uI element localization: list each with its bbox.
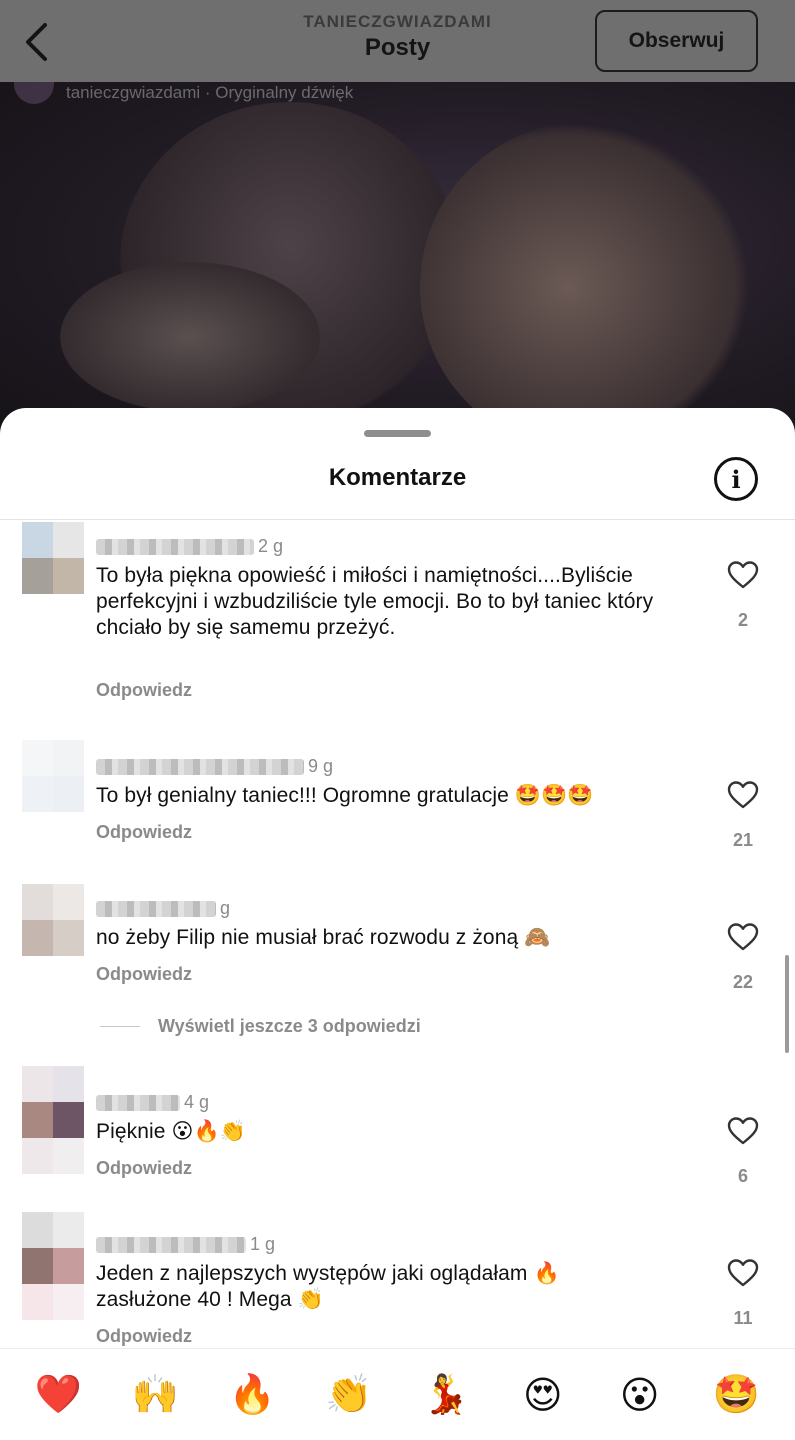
- comment-text: no żeby Filip nie musiał brać rozwodu z …: [96, 926, 551, 949]
- username-blurred[interactable]: [96, 900, 216, 917]
- view-more-replies-button[interactable]: Wyświetl jeszcze 3 odpowiedzi: [100, 1016, 421, 1037]
- username-blurred[interactable]: [96, 1094, 180, 1111]
- comment-text: To był genialny taniec!!! Ogromne gratul…: [96, 784, 594, 807]
- comment-meta: 1 g: [96, 1234, 275, 1255]
- sheet-title: Komentarze: [328, 464, 467, 491]
- like-control: 6: [722, 1116, 764, 1187]
- reply-button[interactable]: Odpowiedz: [96, 964, 192, 985]
- dancer-emoji-button[interactable]: 💃: [416, 1365, 476, 1425]
- comment-time: g: [220, 898, 231, 918]
- username-blurred[interactable]: [96, 538, 254, 555]
- dancer-silhouette-right: [420, 122, 750, 442]
- comment-time: 2 g: [258, 536, 284, 556]
- comment-time: 4 g: [184, 1092, 210, 1112]
- avatar[interactable]: [22, 1212, 84, 1320]
- like-control: 2: [722, 560, 764, 631]
- comment-meta: 4 g: [96, 1092, 209, 1113]
- reply-button[interactable]: Odpowiedz: [96, 1326, 192, 1347]
- reply-button[interactable]: Odpowiedz: [96, 680, 192, 701]
- comment-meta: 9 g: [96, 756, 333, 777]
- like-control: 22: [722, 922, 764, 993]
- avatar[interactable]: [22, 1066, 84, 1174]
- audio-label: tanieczgwiazdami · Oryginalny dźwięk: [66, 83, 354, 102]
- comments-sheet: Komentarze i 2 g To była piękna opowieść…: [0, 408, 795, 1440]
- avatar[interactable]: [22, 740, 84, 812]
- reply-button[interactable]: Odpowiedz: [96, 1158, 192, 1179]
- info-icon[interactable]: i: [714, 457, 758, 501]
- comment-text: Jeden z najlepszych występów jaki ogląda…: [96, 1262, 560, 1311]
- author-avatar: [14, 82, 54, 104]
- heart-icon[interactable]: [727, 1258, 759, 1288]
- follow-button[interactable]: Obserwuj: [595, 10, 758, 72]
- header-divider: [0, 519, 795, 520]
- reply-button[interactable]: Odpowiedz: [96, 822, 192, 843]
- heart-icon[interactable]: [727, 922, 759, 952]
- arm-silhouette: [60, 262, 320, 412]
- avatar[interactable]: [22, 884, 84, 956]
- video-player[interactable]: tanieczgwiazdami · Oryginalny dźwięk: [0, 82, 795, 442]
- surprised-face-emoji-button[interactable]: 😮: [610, 1365, 670, 1425]
- heart-icon[interactable]: [727, 1116, 759, 1146]
- username-blurred[interactable]: [96, 758, 304, 775]
- thread-line: [100, 1026, 140, 1027]
- like-control: 21: [722, 780, 764, 851]
- heart-icon[interactable]: [727, 780, 759, 810]
- view-more-replies-label: Wyświetl jeszcze 3 odpowiedzi: [158, 1016, 421, 1036]
- audio-attribution: tanieczgwiazdami · Oryginalny dźwięk: [14, 82, 353, 104]
- clapping-hands-emoji-button[interactable]: 👏: [319, 1365, 379, 1425]
- like-control: 11: [722, 1258, 764, 1329]
- star-struck-emoji-button[interactable]: 🤩: [707, 1365, 767, 1425]
- raising-hands-emoji-button[interactable]: 🙌: [125, 1365, 185, 1425]
- scrollbar[interactable]: [785, 955, 789, 1053]
- username-blurred[interactable]: [96, 1236, 246, 1253]
- sheet-drag-handle[interactable]: [364, 430, 431, 437]
- top-bar: TANIECZGWIAZDAMI Posty Obserwuj: [0, 0, 795, 82]
- like-count: 6: [737, 1166, 748, 1186]
- comment-time: 9 g: [308, 756, 334, 776]
- comment-text: Pięknie 😮🔥👏: [96, 1120, 246, 1143]
- comment-text: To była piękna opowieść i miłości i nami…: [96, 564, 654, 639]
- comment-meta: 2 g: [96, 536, 283, 557]
- like-count: 21: [732, 830, 754, 850]
- comment-meta: g: [96, 898, 230, 919]
- heart-eyes-emoji-button[interactable]: 😍: [513, 1365, 573, 1425]
- avatar[interactable]: [22, 522, 84, 594]
- like-count: 11: [733, 1308, 753, 1328]
- heart-icon[interactable]: [727, 560, 759, 590]
- comment-time: 1 g: [250, 1234, 276, 1254]
- fire-emoji-button[interactable]: 🔥: [222, 1365, 282, 1425]
- emoji-reaction-bar: ❤️ 🙌 🔥 👏 💃 😍 😮 🤩: [0, 1348, 795, 1440]
- like-count: 22: [732, 972, 754, 992]
- like-count: 2: [737, 610, 748, 630]
- red-heart-emoji-button[interactable]: ❤️: [28, 1365, 88, 1425]
